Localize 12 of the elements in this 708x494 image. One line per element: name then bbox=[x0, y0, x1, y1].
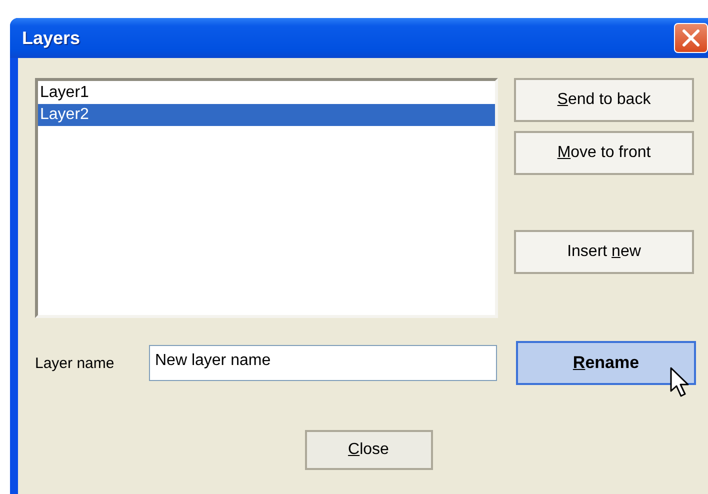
input-field[interactable]: New layer name bbox=[149, 345, 497, 381]
rename-button[interactable]: Rename bbox=[516, 341, 696, 385]
close-button[interactable]: Close bbox=[304, 430, 432, 470]
action-button[interactable]: Move to front bbox=[514, 131, 694, 175]
close-icon bbox=[682, 29, 700, 47]
list-item[interactable]: Layer1 bbox=[38, 82, 495, 104]
action-button[interactable]: Insert new bbox=[514, 230, 694, 274]
field-label: Layer name bbox=[35, 354, 116, 372]
action-button[interactable]: Send to back bbox=[514, 78, 694, 122]
window-close-button[interactable] bbox=[674, 23, 708, 53]
list-item[interactable]: Layer2 bbox=[38, 104, 495, 126]
window-title: Layers bbox=[22, 28, 80, 48]
